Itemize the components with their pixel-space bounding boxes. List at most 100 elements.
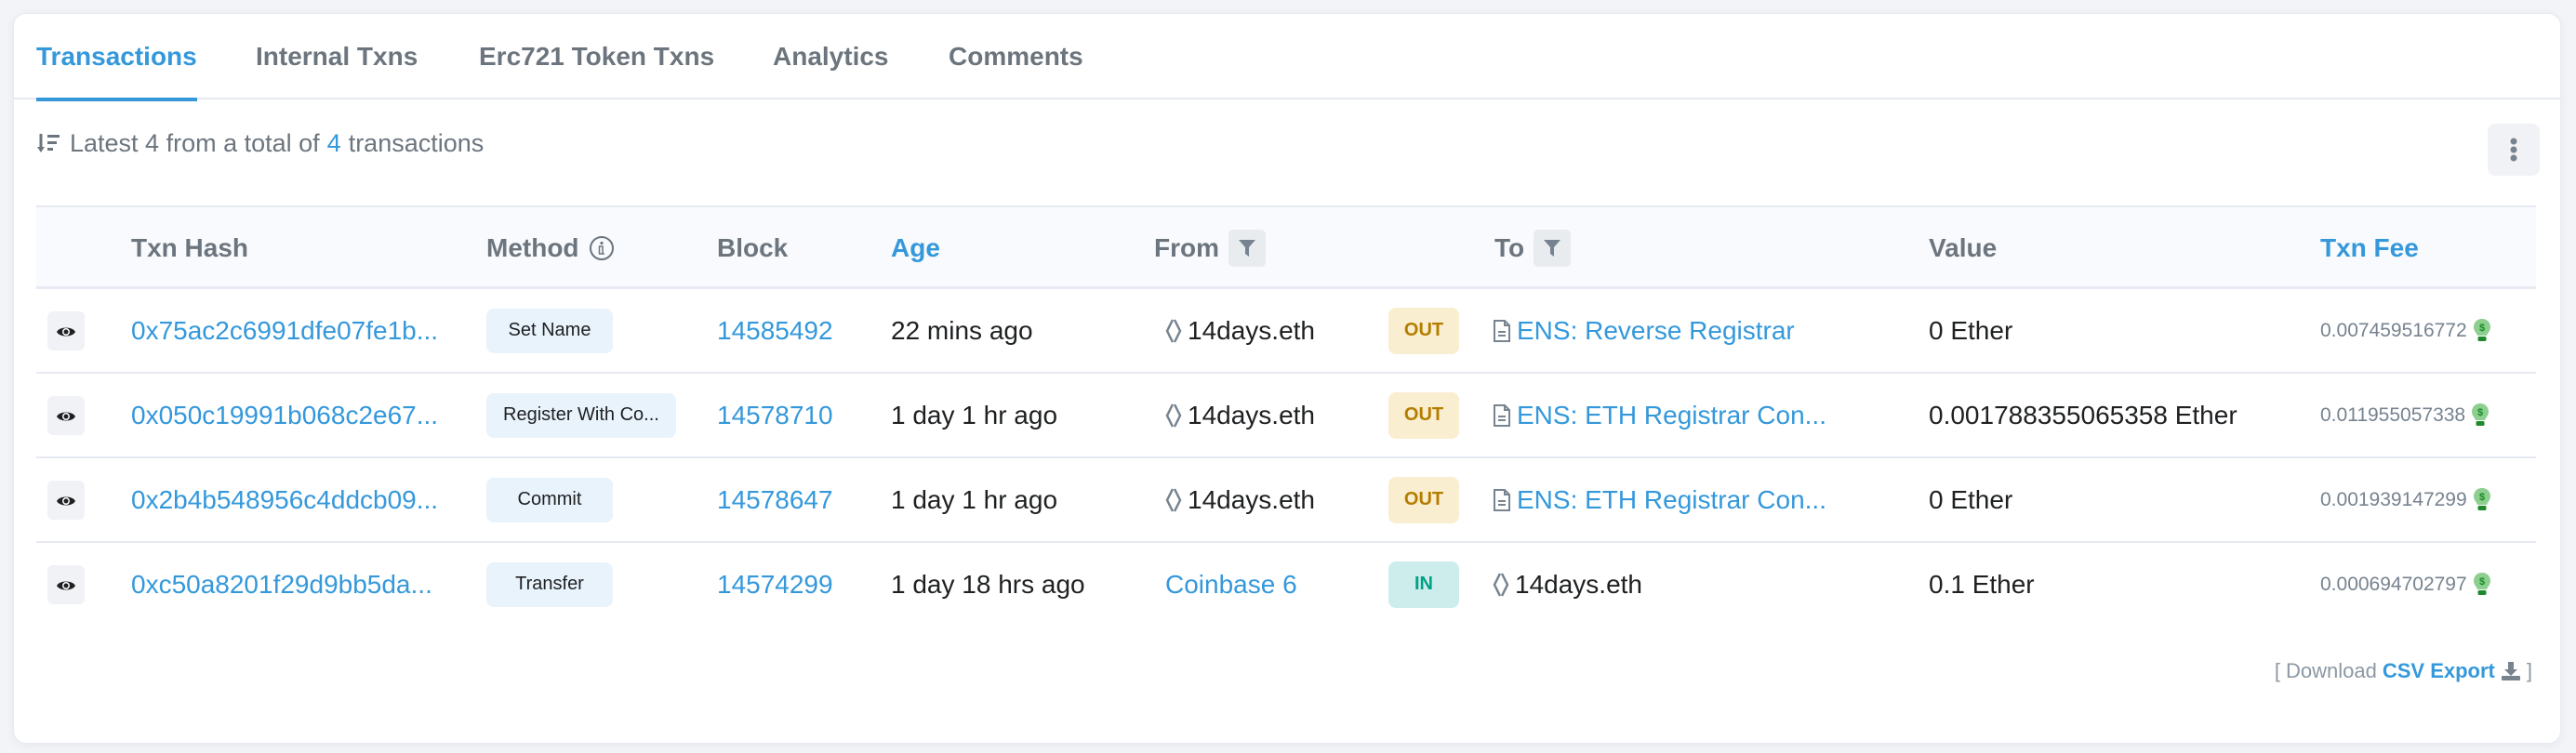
direction-cell: OUT	[1388, 458, 1459, 541]
block-link[interactable]: 14578710	[717, 401, 833, 430]
direction-badge: OUT	[1388, 476, 1459, 523]
total-count-link[interactable]: 4	[327, 129, 341, 158]
gas-price-bulb-icon[interactable]: $	[2473, 572, 2491, 598]
tab-transactions[interactable]: Transactions	[36, 14, 197, 101]
tab-erc721-token-txns[interactable]: Erc721 Token Txns	[479, 14, 714, 99]
preview-eye-button[interactable]	[47, 564, 85, 604]
to-address: ENS: ETH Registrar Con...	[1493, 485, 1826, 515]
preview-cell	[47, 458, 85, 541]
txn-hash-link[interactable]: 0xc50a8201f29d9bb5da...	[131, 570, 432, 600]
method-badge: Set Name	[486, 308, 613, 353]
svg-text:$: $	[2479, 576, 2485, 588]
age-text: 1 day 18 hrs ago	[891, 569, 1085, 599]
to-address-link[interactable]: ENS: Reverse Registrar	[1517, 316, 1795, 346]
to-address-link[interactable]: ENS: ETH Registrar Con...	[1517, 485, 1826, 515]
header-from-label: From	[1154, 233, 1219, 262]
tab-comments[interactable]: Comments	[949, 14, 1083, 99]
filter-icon	[1239, 240, 1255, 257]
ens-icon	[1165, 487, 1182, 512]
value-text: 0.001788355065358 Ether	[1929, 400, 2237, 429]
txn-hash-link[interactable]: 0x050c19991b068c2e67...	[131, 401, 438, 430]
from-address-link[interactable]: Coinbase 6	[1165, 570, 1297, 600]
tab-label: Internal Txns	[256, 42, 418, 71]
tab-label: Transactions	[36, 42, 197, 71]
block-cell: 14578710	[717, 374, 833, 456]
direction-badge: IN	[1388, 561, 1459, 608]
from-address: 14days.eth	[1165, 401, 1315, 430]
direction-cell: OUT	[1388, 374, 1459, 456]
download-label: Download	[2286, 659, 2377, 682]
preview-eye-button[interactable]	[47, 395, 85, 435]
from-filter-button[interactable]	[1228, 230, 1266, 267]
header-age[interactable]: Age	[891, 207, 940, 289]
table-row: 0x75ac2c6991dfe07fe1b... Set Name 145854…	[36, 289, 2536, 374]
age-cell: 1 day 1 hr ago	[891, 374, 1057, 456]
preview-eye-button[interactable]	[47, 310, 85, 350]
from-cell: 14days.eth	[1165, 289, 1315, 372]
summary-suffix: transactions	[348, 129, 485, 157]
from-address-label[interactable]: 14days.eth	[1188, 485, 1315, 515]
sort-amount-down-icon	[37, 133, 60, 152]
block-link[interactable]: 14585492	[717, 316, 833, 346]
block-link[interactable]: 14578647	[717, 485, 833, 515]
value-cell: 0 Ether	[1929, 289, 2012, 372]
to-cell: ENS: Reverse Registrar	[1493, 289, 1795, 372]
method-cell: Register With Co...	[486, 374, 676, 456]
block-cell: 14574299	[717, 543, 833, 626]
fee-cell: 0.007459516772 $	[2320, 289, 2491, 372]
to-address-label[interactable]: 14days.eth	[1515, 570, 1642, 600]
block-cell: 14585492	[717, 289, 833, 372]
txn-hash-cell: 0x2b4b548956c4ddcb09...	[131, 458, 438, 541]
value-cell: 0.001788355065358 Ether	[1929, 374, 2237, 456]
header-method: Method	[486, 207, 615, 289]
fee-text: 0.007459516772	[2320, 319, 2467, 341]
direction-badge: OUT	[1388, 391, 1459, 439]
txn-fee: 0.001939147299 $	[2320, 487, 2491, 513]
svg-text:$: $	[2477, 407, 2483, 418]
gas-price-bulb-icon[interactable]: $	[2473, 318, 2491, 344]
ens-icon	[1165, 403, 1182, 428]
to-cell: ENS: ETH Registrar Con...	[1493, 458, 1826, 541]
gas-price-bulb-icon[interactable]: $	[2473, 487, 2491, 513]
download-icon[interactable]	[2501, 661, 2521, 681]
txn-hash-link[interactable]: 0x75ac2c6991dfe07fe1b...	[131, 316, 438, 346]
block-link[interactable]: 14574299	[717, 570, 833, 600]
transactions-card: Transactions Internal Txns Erc721 Token …	[13, 13, 2561, 744]
more-options-button[interactable]	[2488, 124, 2540, 176]
age-text: 1 day 1 hr ago	[891, 400, 1058, 429]
contract-file-icon	[1494, 319, 1510, 342]
to-address-link[interactable]: ENS: ETH Registrar Con...	[1517, 401, 1826, 430]
header-txn-hash: Txn Hash	[131, 233, 249, 262]
preview-cell	[47, 374, 85, 456]
from-address-label[interactable]: 14days.eth	[1188, 316, 1315, 346]
header-txn-fee[interactable]: Txn Fee	[2320, 207, 2419, 289]
method-badge: Commit	[486, 477, 613, 522]
gas-price-bulb-icon[interactable]: $	[2471, 403, 2490, 429]
value-text: 0 Ether	[1929, 484, 2013, 514]
block-cell: 14578647	[717, 458, 833, 541]
age-cell: 1 day 18 hrs ago	[891, 543, 1085, 626]
svg-text:$: $	[2479, 492, 2485, 503]
txn-hash-cell: 0x050c19991b068c2e67...	[131, 374, 438, 456]
header-block: Block	[717, 233, 789, 262]
info-icon[interactable]	[589, 235, 615, 261]
tab-label: Comments	[949, 42, 1083, 71]
txn-hash-cell: 0x75ac2c6991dfe07fe1b...	[131, 289, 438, 372]
tab-analytics[interactable]: Analytics	[773, 14, 889, 99]
txn-hash-link[interactable]: 0x2b4b548956c4ddcb09...	[131, 485, 438, 515]
eye-icon	[56, 316, 76, 346]
from-address: 14days.eth	[1165, 485, 1315, 515]
from-address-label[interactable]: 14days.eth	[1188, 401, 1315, 430]
eye-icon	[56, 570, 76, 600]
csv-export-link[interactable]: CSV Export	[2383, 659, 2495, 683]
to-cell: 14days.eth	[1493, 543, 1642, 626]
to-filter-button[interactable]	[1534, 230, 1572, 267]
header-to-label: To	[1494, 233, 1525, 262]
tab-internal-txns[interactable]: Internal Txns	[256, 14, 418, 99]
svg-text:$: $	[2479, 323, 2485, 334]
summary-prefix: Latest 4 from a total of	[70, 129, 320, 157]
eye-icon	[56, 485, 76, 515]
header-method-label: Method	[486, 233, 579, 262]
value-cell: 0.1 Ether	[1929, 543, 2035, 626]
preview-eye-button[interactable]	[47, 480, 85, 520]
